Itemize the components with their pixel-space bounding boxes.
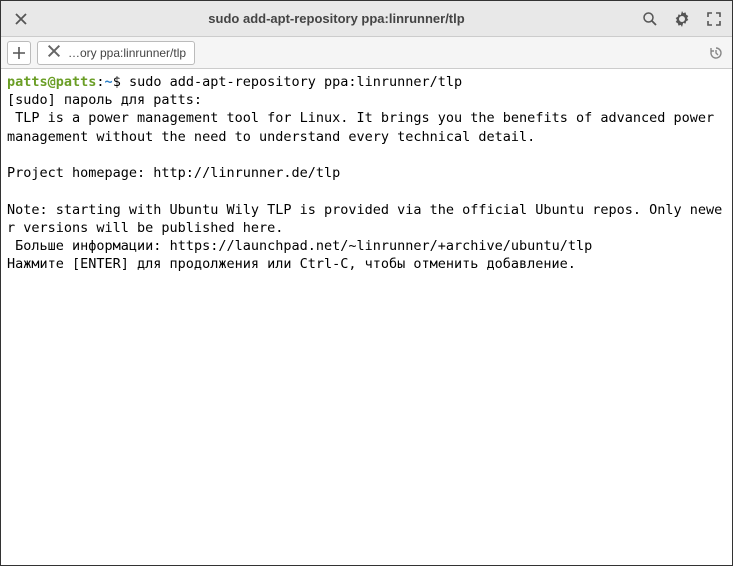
new-tab-button[interactable] — [7, 41, 31, 65]
terminal-output[interactable]: patts@patts:~$ sudo add-apt-repository p… — [1, 69, 732, 565]
settings-button[interactable] — [672, 9, 692, 29]
maximize-icon — [706, 11, 722, 27]
command-text: sudo add-apt-repository ppa:linrunner/tl… — [129, 74, 462, 90]
output-line: Больше информации: https://launchpad.net… — [7, 238, 592, 254]
tab-close-button[interactable] — [46, 43, 62, 62]
toolbar-right — [640, 9, 724, 29]
prompt-sep1: : — [96, 74, 104, 90]
output-line: TLP is a power management tool for Linux… — [7, 110, 722, 144]
search-button[interactable] — [640, 9, 660, 29]
close-icon — [13, 11, 29, 27]
close-icon — [46, 43, 62, 59]
output-line: Note: starting with Ubuntu Wily TLP is p… — [7, 202, 722, 236]
maximize-button[interactable] — [704, 9, 724, 29]
output-line: Project homepage: http://linrunner.de/tl… — [7, 165, 340, 181]
tab-label: …ory ppa:linrunner/tlp — [68, 46, 186, 60]
history-button[interactable] — [706, 43, 726, 63]
titlebar: sudo add-apt-repository ppa:linrunner/tl… — [1, 1, 732, 37]
output-line: [sudo] пароль для patts: — [7, 92, 202, 108]
gear-icon — [674, 11, 690, 27]
terminal-window: sudo add-apt-repository ppa:linrunner/tl… — [0, 0, 733, 566]
tab-active[interactable]: …ory ppa:linrunner/tlp — [37, 41, 195, 65]
prompt-path: ~ — [105, 74, 113, 90]
prompt-user: patts@patts — [7, 74, 96, 90]
history-icon — [708, 45, 724, 61]
search-icon — [642, 11, 658, 27]
prompt-sep2: $ — [113, 74, 129, 90]
tabbar: …ory ppa:linrunner/tlp — [1, 37, 732, 69]
window-title: sudo add-apt-repository ppa:linrunner/tl… — [33, 11, 640, 26]
close-button[interactable] — [9, 7, 33, 31]
plus-icon — [11, 45, 27, 61]
output-line: Нажмите [ENTER] для продолжения или Ctrl… — [7, 256, 576, 272]
